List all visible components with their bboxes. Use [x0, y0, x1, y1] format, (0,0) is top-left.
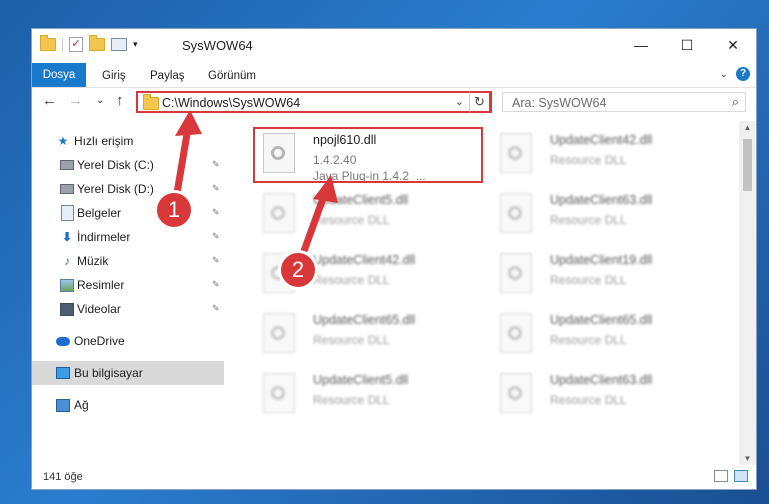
- callout-step-2: 2: [278, 250, 318, 290]
- annotation-arrows: [171, 110, 338, 266]
- callout-step-1: 1: [154, 190, 194, 230]
- arrow-1-head: [175, 110, 202, 136]
- arrow-2-head: [313, 175, 338, 203]
